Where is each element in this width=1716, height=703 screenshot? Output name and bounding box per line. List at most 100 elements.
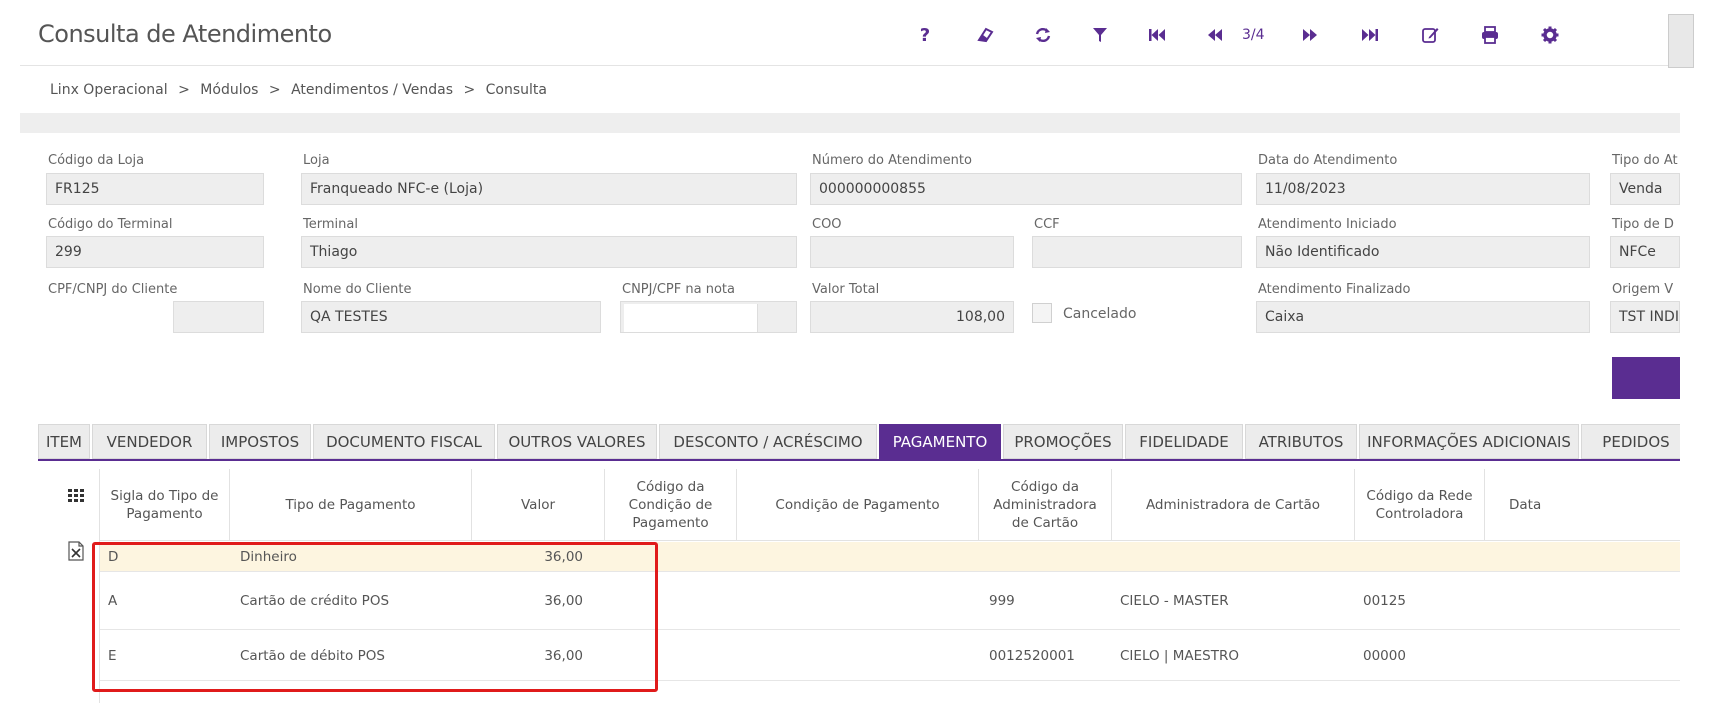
tab-pagamento[interactable]: PAGAMENTO (879, 424, 1001, 459)
coo-field[interactable] (810, 236, 1014, 268)
numero-atendimento-field[interactable]: 000000000855 (810, 173, 1242, 205)
codigo-rede-cell: 00125 (1363, 593, 1406, 609)
tipo-cell: Dinheiro (240, 548, 297, 565)
page-title: Consulta de Atendimento (38, 20, 332, 48)
breadcrumb-separator: > (268, 82, 281, 98)
next-page-icon[interactable] (1295, 20, 1325, 50)
sigla-cell: E (108, 647, 117, 664)
breadcrumb-separator: > (178, 82, 190, 98)
breadcrumb-item[interactable]: Atendimentos / Vendas (291, 82, 453, 98)
page-header: Consulta de Atendimento ? 3/4 (20, 14, 1694, 68)
tipo-cell: Cartão de crédito POS (240, 593, 390, 609)
eraser-icon[interactable] (970, 20, 1000, 50)
breadcrumb: Linx Operacional > Módulos > Atendimento… (50, 82, 553, 98)
table-row[interactable]: D Dinheiro 36,00 (100, 542, 1680, 572)
table-row[interactable]: E Cartão de débito POS 36,00 0012520001 … (100, 631, 1680, 681)
cpf-cliente-label: CPF/CNPJ do Cliente (48, 282, 178, 297)
column-header[interactable]: Sigla do Tipo de Pagamento (100, 469, 230, 541)
valor-total-field[interactable]: 108,00 (810, 301, 1014, 333)
print-icon[interactable] (1475, 20, 1505, 50)
atendimento-finalizado-label: Atendimento Finalizado (1258, 282, 1411, 297)
column-chooser-icon[interactable] (68, 489, 84, 503)
nome-cliente-field[interactable]: QA TESTES (301, 301, 601, 333)
tab-atributos[interactable]: ATRIBUTOS (1245, 424, 1357, 459)
atendimento-finalizado-field[interactable]: Caixa (1256, 301, 1590, 333)
breadcrumb-item: Consulta (485, 82, 547, 98)
column-header[interactable]: Data (1485, 469, 1680, 541)
tab-documento-fiscal[interactable]: DOCUMENTO FISCAL (313, 424, 495, 459)
breadcrumb-separator: > (463, 82, 476, 98)
column-header[interactable]: Condição de Pagamento (737, 469, 979, 541)
breadcrumb-item[interactable]: Módulos (200, 82, 258, 98)
column-header[interactable]: Código da Administradora de Cartão (979, 469, 1112, 541)
coo-label: COO (812, 217, 842, 232)
tab-impostos[interactable]: IMPOSTOS (209, 424, 311, 459)
tipo-atendimento-field[interactable]: Venda (1610, 173, 1680, 205)
terminal-label: Terminal (303, 217, 358, 232)
codigo-rede-cell: 00000 (1363, 647, 1406, 664)
last-page-icon[interactable] (1355, 20, 1385, 50)
numero-atendimento-label: Número do Atendimento (812, 153, 972, 168)
first-page-icon[interactable] (1142, 20, 1172, 50)
page-indicator: 3/4 (1242, 27, 1265, 43)
refresh-icon[interactable] (1028, 20, 1058, 50)
tab-promocoes[interactable]: PROMOÇÕES (1003, 424, 1123, 459)
data-atendimento-field[interactable]: 11/08/2023 (1256, 173, 1590, 205)
cancelado-label: Cancelado (1063, 306, 1137, 322)
valor-cell: 36,00 (544, 548, 583, 565)
tab-fidelidade[interactable]: FIDELIDADE (1125, 424, 1243, 459)
tab-informacoes-adicionais[interactable]: INFORMAÇÕES ADICIONAIS (1359, 424, 1579, 459)
codigo-loja-label: Código da Loja (48, 153, 145, 168)
atendimento-iniciado-field[interactable]: Não Identificado (1256, 236, 1590, 268)
loja-label: Loja (303, 153, 330, 168)
tipo-atendimento-label: Tipo do At (1612, 153, 1678, 168)
help-icon[interactable]: ? (910, 20, 940, 50)
valor-cell: 36,00 (544, 593, 583, 609)
administradora-cell: CIELO - MASTER (1120, 593, 1229, 609)
tipo-documento-field[interactable]: NFCe (1610, 236, 1680, 268)
excel-export-icon[interactable] (68, 541, 84, 561)
tab-outros-valores[interactable]: OUTROS VALORES (497, 424, 657, 459)
tipo-cell: Cartão de débito POS (240, 647, 385, 664)
valor-total-label: Valor Total (812, 282, 880, 297)
ccf-field[interactable] (1032, 236, 1242, 268)
tab-item[interactable]: ITEM (38, 424, 90, 459)
terminal-field[interactable]: Thiago (301, 236, 797, 268)
tab-vendedor[interactable]: VENDEDOR (92, 424, 207, 459)
column-header[interactable]: Administradora de Cartão (1112, 469, 1355, 541)
codigo-terminal-field[interactable]: 299 (46, 236, 264, 268)
table-row[interactable]: A Cartão de crédito POS 36,00 999 CIELO … (100, 573, 1680, 630)
cancelado-checkbox[interactable] (1032, 303, 1052, 323)
origem-venda-field[interactable]: TST INDI (1610, 301, 1680, 333)
atendimento-iniciado-label: Atendimento Iniciado (1258, 217, 1397, 232)
tab-bar: ITEM VENDEDOR IMPOSTOS DOCUMENTO FISCAL … (38, 424, 1680, 461)
sigla-cell: D (108, 548, 119, 565)
column-header[interactable]: Código da Rede Controladora (1355, 469, 1485, 541)
column-header[interactable]: Código da Condição de Pagamento (605, 469, 737, 541)
side-scrollbar[interactable] (1668, 14, 1694, 68)
gear-icon[interactable] (1535, 20, 1565, 50)
valor-cell: 36,00 (544, 647, 583, 664)
payments-table: Sigla do Tipo de Pagamento Tipo de Pagam… (50, 469, 1680, 703)
administradora-cell: CIELO | MAESTRO (1120, 647, 1239, 664)
table-side-toolbar (50, 469, 100, 703)
loja-field[interactable]: Franqueado NFC-e (Loja) (301, 173, 797, 205)
origem-venda-label: Origem V (1612, 282, 1674, 297)
cnpj-nota-label: CNPJ/CPF na nota (622, 282, 735, 297)
codigo-loja-field[interactable]: FR125 (46, 173, 264, 205)
column-header[interactable]: Valor (472, 469, 605, 541)
form-panel: Código da Loja FR125 Loja Franqueado NFC… (20, 133, 1680, 417)
breadcrumb-item[interactable]: Linx Operacional (50, 82, 168, 98)
nome-cliente-label: Nome do Cliente (303, 282, 412, 297)
codigo-terminal-label: Código do Terminal (48, 217, 173, 232)
column-header[interactable]: Tipo de Pagamento (230, 469, 472, 541)
action-button[interactable] (1612, 357, 1680, 399)
codigo-administradora-cell: 999 (989, 593, 1015, 609)
previous-page-icon[interactable] (1200, 20, 1230, 50)
codigo-administradora-cell: 0012520001 (989, 647, 1075, 664)
table-header: Sigla do Tipo de Pagamento Tipo de Pagam… (100, 469, 1680, 541)
tab-desconto-acrescimo[interactable]: DESCONTO / ACRÉSCIMO (659, 424, 877, 459)
filter-icon[interactable] (1085, 20, 1115, 50)
tab-pedidos[interactable]: PEDIDOS (1581, 424, 1680, 459)
edit-icon[interactable] (1415, 20, 1445, 50)
